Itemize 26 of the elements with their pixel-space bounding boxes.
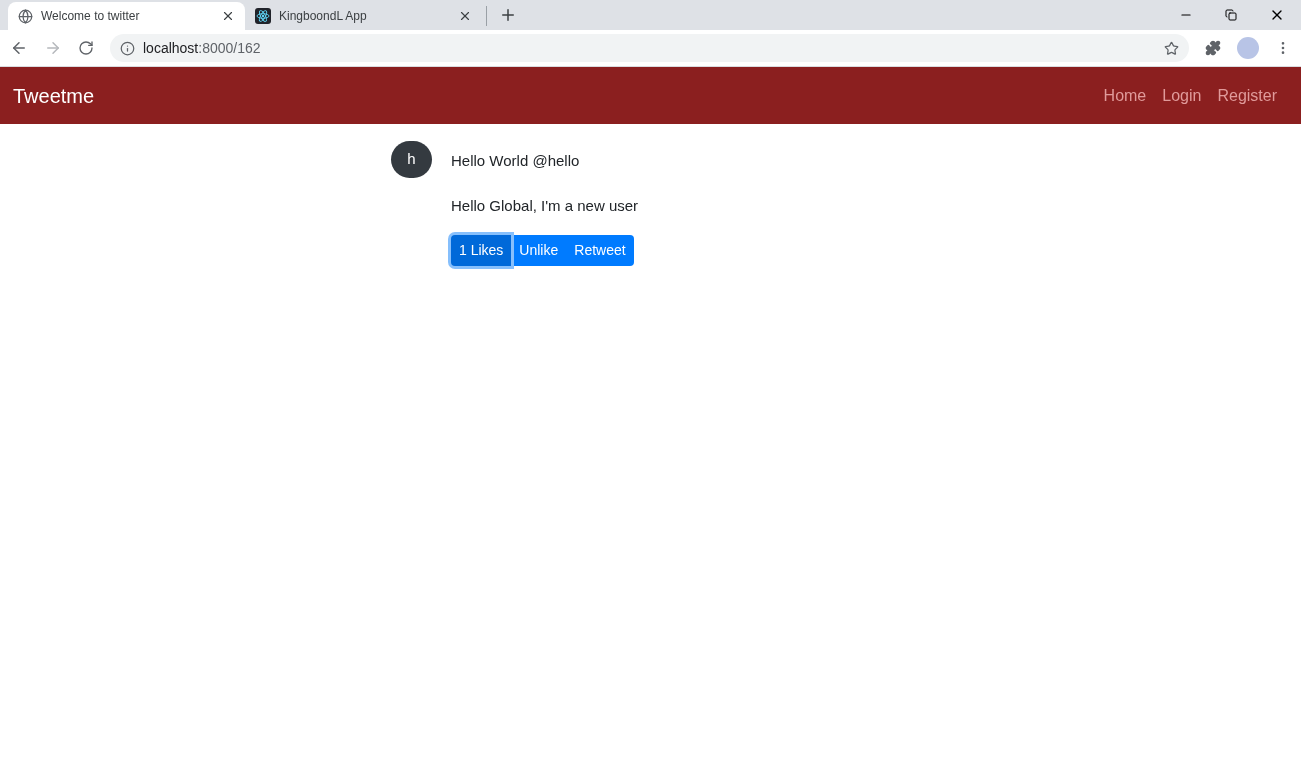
nav-link[interactable]: Register: [1217, 83, 1277, 108]
nav-link[interactable]: Login: [1162, 83, 1202, 108]
address-bar[interactable]: localhost:8000/162: [110, 34, 1189, 62]
back-icon[interactable]: [10, 39, 28, 57]
close-icon[interactable]: [221, 9, 235, 23]
globe-icon: [18, 8, 33, 24]
reload-icon[interactable]: [78, 40, 94, 56]
puzzle-icon[interactable]: [1205, 40, 1221, 56]
atom-icon: [255, 8, 271, 24]
star-icon[interactable]: [1164, 40, 1179, 56]
action-button[interactable]: Retweet: [566, 235, 634, 266]
new-tab-icon[interactable]: [499, 6, 517, 24]
tab-title: Welcome to twitter: [41, 8, 141, 25]
tweet-author: Hello World @hello: [451, 151, 581, 171]
restore-icon[interactable]: [1225, 9, 1237, 21]
tab-title: KingboondL App: [279, 8, 368, 25]
brand-link[interactable]: Tweetme: [13, 80, 95, 111]
browser-tab[interactable]: Welcome to twitter: [8, 2, 245, 30]
action-button[interactable]: Unlike: [511, 235, 567, 266]
tweet-text: Hello Global, I'm a new user: [451, 195, 639, 216]
info-icon: [120, 40, 135, 56]
url-text: localhost:8000/162: [143, 38, 261, 58]
action-button[interactable]: 1 Likes: [451, 235, 512, 266]
close-icon[interactable]: [458, 9, 472, 23]
nav-link[interactable]: Home: [1103, 83, 1147, 108]
avatar: h: [391, 141, 432, 178]
